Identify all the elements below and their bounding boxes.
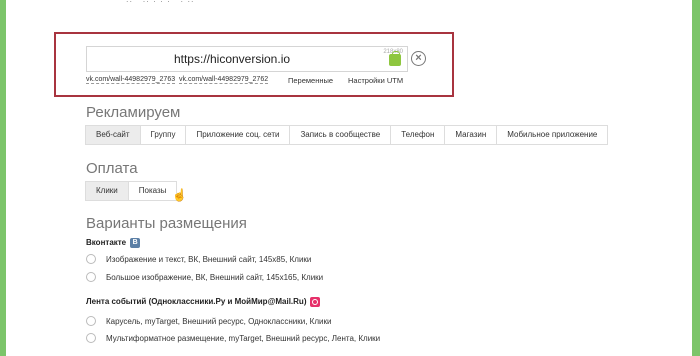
placement-option[interactable]: Карусель, myTarget, Внешний ресурс, Одно… — [86, 316, 331, 326]
advertise-option-phone[interactable]: Телефон — [390, 125, 446, 145]
advertise-option-community-post[interactable]: Запись в сообществе — [289, 125, 392, 145]
advertise-title: Рекламируем — [86, 104, 181, 121]
mail-feed-heading: Лента событий (Одноклассники.Ру и МойМир… — [86, 297, 321, 307]
payment-title: Оплата — [86, 160, 138, 177]
shopping-bag-icon — [389, 51, 401, 66]
close-icon[interactable]: × — [411, 51, 426, 66]
placements-title: Варианты размещения — [86, 215, 247, 232]
radio-button[interactable] — [86, 254, 96, 264]
vk-logo-icon: B — [130, 238, 141, 248]
advertise-option-group[interactable]: Группу — [139, 125, 187, 145]
url-text: https://hiconversion.io — [173, 52, 291, 66]
advertise-option-social-app[interactable]: Приложение соц. сети — [185, 125, 291, 145]
radio-button[interactable] — [86, 333, 96, 343]
advertise-option-website[interactable]: Веб-сайт — [85, 125, 141, 145]
variables-link[interactable]: Переменные — [288, 76, 333, 85]
placement-option[interactable]: Изображение и текст, ВК, Внешний сайт, 1… — [86, 254, 311, 264]
placement-option[interactable]: Мультиформатное размещение, myTarget, Вн… — [86, 333, 380, 343]
top-cut-text: .. ' .. . . . ' . .. — [126, 0, 346, 4]
vk-link-2[interactable]: vk.com/wall-44982979_2762 — [179, 76, 269, 84]
utm-settings-link[interactable]: Настройки UTM — [348, 76, 403, 85]
payment-option-impressions[interactable]: Показы — [127, 181, 178, 201]
payment-options: Клики Показы — [85, 181, 178, 201]
mouse-cursor-icon: ☝ — [172, 188, 187, 202]
advertise-option-shop[interactable]: Магазин — [444, 125, 498, 145]
radio-button[interactable] — [86, 272, 96, 282]
page-frame: .. ' .. . . . ' . .. https://hiconversio… — [6, 0, 692, 356]
radio-button[interactable] — [86, 316, 96, 326]
advertise-options: Веб-сайт Группу Приложение соц. сети Зап… — [85, 125, 609, 145]
vk-link-1[interactable]: vk.com/wall-44982979_2763 — [86, 76, 176, 84]
odnoklassniki-logo-icon — [310, 297, 321, 307]
url-field[interactable]: https://hiconversion.io 218x80 — [86, 46, 408, 72]
placement-option[interactable]: Большое изображение, ВК, Внешний сайт, 1… — [86, 272, 323, 282]
payment-option-clicks[interactable]: Клики — [85, 181, 129, 201]
advertise-option-mobile-app[interactable]: Мобильное приложение — [496, 125, 609, 145]
vk-heading: Вконтакте B — [86, 238, 141, 248]
